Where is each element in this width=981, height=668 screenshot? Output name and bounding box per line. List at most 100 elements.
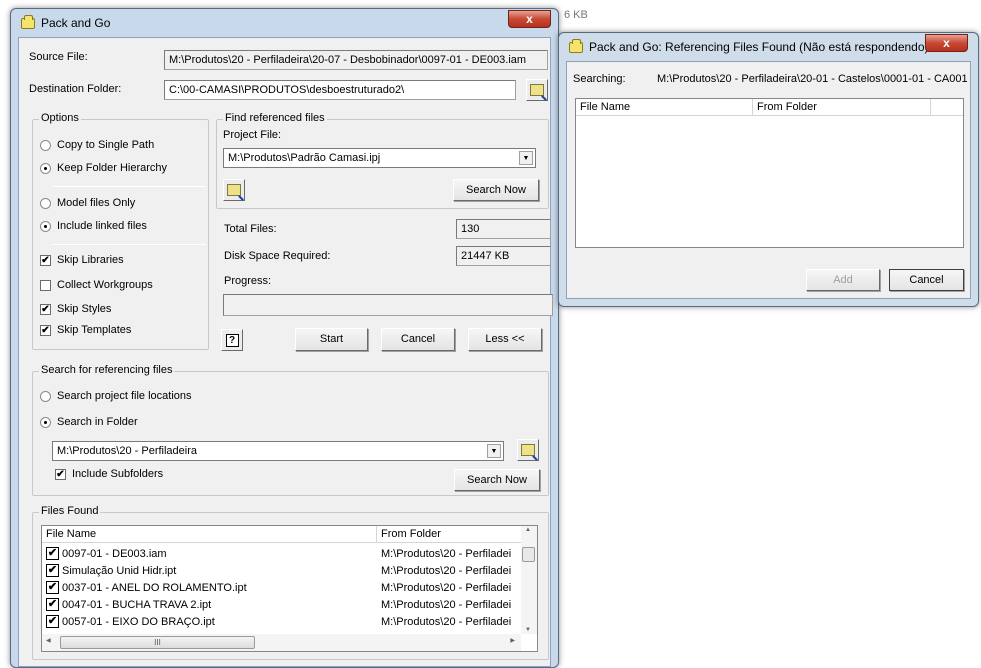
include-linked-files-label: Include linked files bbox=[57, 220, 147, 232]
row-checkbox[interactable]: ✔ bbox=[46, 598, 59, 611]
ref-list-header: File Name From Folder bbox=[576, 99, 963, 116]
include-linked-files-radio[interactable]: Include linked files bbox=[40, 220, 147, 232]
search-referencing-title: Search for referencing files bbox=[39, 364, 175, 376]
search-project-locations-label: Search project file locations bbox=[57, 390, 192, 402]
window-title: Pack and Go bbox=[41, 16, 111, 30]
list-item[interactable]: ✔ 0097-01 - DE003.iam M:\Produtos\20 - Per… bbox=[42, 545, 522, 562]
list-item[interactable]: ✔ 0057-01 - EIXO DO BRAÇO.ipt M:\Produtos\… bbox=[42, 613, 522, 630]
vertical-scroll-thumb[interactable] bbox=[522, 547, 535, 562]
options-title: Options bbox=[39, 112, 81, 124]
files-found-group: Files Found File Name From Folder ✔ 0097-… bbox=[32, 505, 549, 660]
list-item[interactable]: ✔ 0047-01 - BUCHA TRAVA 2.ipt M:\Produtos\… bbox=[42, 596, 522, 613]
row-checkbox[interactable]: ✔ bbox=[46, 615, 59, 628]
radio-indicator bbox=[40, 162, 51, 174]
dropdown-arrow-icon[interactable]: ▼ bbox=[487, 444, 501, 458]
column-header-file-name[interactable]: File Name bbox=[42, 526, 377, 543]
scroll-left-icon[interactable]: ◀ bbox=[46, 637, 51, 644]
vertical-scrollbar[interactable]: ▲ ▼ bbox=[521, 526, 537, 634]
find-referenced-group: Find referenced files Project File: M:\P… bbox=[216, 112, 549, 209]
find-referenced-title: Find referenced files bbox=[223, 112, 327, 124]
from-folder-cell: M:\Produtos\20 - Perfiladei bbox=[381, 547, 512, 560]
project-file-select[interactable]: M:\Produtos\Padrão Camasi.ipj ▼ bbox=[223, 148, 536, 168]
browse-project-button[interactable] bbox=[223, 179, 245, 201]
total-files-label: Total Files: bbox=[224, 223, 277, 235]
referencing-search-now-button[interactable]: Search Now bbox=[454, 469, 540, 491]
radio-indicator bbox=[40, 197, 51, 209]
searching-path: M:\Produtos\20 - Perfiladeira\20-01 - Ca… bbox=[657, 73, 968, 85]
search-in-folder-label: Search in Folder bbox=[57, 416, 138, 428]
destination-folder-input[interactable]: C:\00-CAMASI\PRODUTOS\desboestruturado2\ bbox=[164, 80, 516, 100]
close-button[interactable]: x bbox=[508, 10, 551, 28]
scroll-down-icon[interactable]: ▼ bbox=[525, 627, 531, 633]
search-referencing-group: Search for referencing files Search proj… bbox=[32, 364, 549, 496]
search-in-folder-radio[interactable]: Search in Folder bbox=[40, 416, 138, 428]
less-button[interactable]: Less << bbox=[468, 328, 542, 351]
ref-close-button[interactable]: x bbox=[925, 34, 968, 52]
file-name-cell: 0057-01 - EIXO DO BRAÇO.ipt bbox=[62, 615, 215, 628]
file-name-cell: Simulação Unid Hidr.ipt bbox=[62, 564, 177, 577]
source-file-label: Source File: bbox=[29, 51, 88, 63]
copy-single-path-label: Copy to Single Path bbox=[57, 139, 155, 151]
browse-search-folder-button[interactable] bbox=[517, 439, 539, 461]
cancel-button[interactable]: Cancel bbox=[381, 328, 455, 351]
search-folder-select[interactable]: M:\Produtos\20 - Perfiladeira ▼ bbox=[52, 441, 504, 461]
include-subfolders-checkbox[interactable]: ✔ Include Subfolders bbox=[55, 468, 163, 480]
ref-dialog-body: Searching: M:\Produtos\20 - Perfiladeira… bbox=[566, 61, 971, 299]
radio-indicator bbox=[40, 416, 51, 428]
list-item[interactable]: ✔ Simulação Unid Hidr.ipt M:\Produtos\20 -… bbox=[42, 562, 522, 579]
column-header-from-folder[interactable]: From Folder bbox=[377, 526, 522, 543]
find-search-now-button[interactable]: Search Now bbox=[453, 179, 539, 201]
skip-templates-label: Skip Templates bbox=[57, 324, 132, 336]
package-icon bbox=[569, 38, 583, 53]
folder-search-icon bbox=[530, 84, 544, 96]
list-item[interactable]: ✔ 0037-01 - ANEL DO ROLAMENTO.ipt M:\Produ… bbox=[42, 579, 522, 596]
ref-title-bar[interactable]: Pack and Go: Referencing Files Found (Nã… bbox=[559, 33, 978, 61]
destination-folder-label: Destination Folder: bbox=[29, 83, 122, 95]
search-project-locations-radio[interactable]: Search project file locations bbox=[40, 390, 192, 402]
row-checkbox[interactable]: ✔ bbox=[46, 564, 59, 577]
horizontal-scroll-thumb[interactable]: III bbox=[60, 636, 255, 649]
files-found-list[interactable]: File Name From Folder ✔ 0097-01 - DE003.i… bbox=[41, 525, 538, 652]
ref-files-list[interactable]: File Name From Folder bbox=[575, 98, 964, 248]
help-button[interactable]: ? bbox=[221, 329, 243, 351]
skip-templates-checkbox[interactable]: ✔ Skip Templates bbox=[40, 324, 131, 336]
row-checkbox[interactable]: ✔ bbox=[46, 547, 59, 560]
dialog-body: Source File: M:\Produtos\20 - Perfiladei… bbox=[18, 37, 553, 667]
skip-styles-checkbox[interactable]: ✔ Skip Styles bbox=[40, 303, 111, 315]
project-file-label: Project File: bbox=[223, 129, 282, 141]
checkbox-box bbox=[40, 279, 51, 291]
files-found-title: Files Found bbox=[39, 505, 101, 517]
ref-column-header-file-name[interactable]: File Name bbox=[576, 99, 753, 116]
progress-bar bbox=[223, 294, 553, 316]
from-folder-cell: M:\Produtos\20 - Perfiladei bbox=[381, 598, 512, 611]
file-name-cell: 0037-01 - ANEL DO ROLAMENTO.ipt bbox=[62, 581, 247, 594]
searching-label: Searching: bbox=[573, 73, 626, 85]
keep-folder-hierarchy-radio[interactable]: Keep Folder Hierarchy bbox=[40, 162, 167, 174]
copy-single-path-radio[interactable]: Copy to Single Path bbox=[40, 139, 154, 151]
row-checkbox[interactable]: ✔ bbox=[46, 581, 59, 594]
dropdown-arrow-icon[interactable]: ▼ bbox=[519, 151, 533, 165]
start-button[interactable]: Start bbox=[295, 328, 368, 351]
folder-search-icon bbox=[227, 184, 241, 196]
add-button[interactable]: Add bbox=[806, 269, 880, 291]
file-name-cell: 0047-01 - BUCHA TRAVA 2.ipt bbox=[62, 598, 212, 611]
ref-column-header-from-folder[interactable]: From Folder bbox=[753, 99, 931, 116]
model-files-only-radio[interactable]: Model files Only bbox=[40, 197, 135, 209]
title-bar[interactable]: Pack and Go bbox=[11, 9, 558, 37]
horizontal-scrollbar[interactable]: ◀ III ▶ bbox=[42, 634, 521, 651]
pack-and-go-window: Pack and Go x Source File: M:\Produtos\2… bbox=[10, 8, 559, 668]
disk-space-label: Disk Space Required: bbox=[224, 250, 331, 262]
browse-destination-button[interactable] bbox=[526, 79, 548, 101]
divider bbox=[53, 186, 206, 187]
keep-folder-hierarchy-label: Keep Folder Hierarchy bbox=[57, 162, 168, 174]
skip-libraries-checkbox[interactable]: ✔ Skip Libraries bbox=[40, 254, 124, 266]
from-folder-cell: M:\Produtos\20 - Perfiladei bbox=[381, 581, 512, 594]
folder-search-icon bbox=[521, 444, 535, 456]
ref-cancel-button[interactable]: Cancel bbox=[889, 269, 964, 291]
check-icon: ✔ bbox=[40, 324, 51, 336]
package-icon bbox=[21, 14, 35, 29]
scroll-right-icon[interactable]: ▶ bbox=[510, 637, 515, 644]
ref-window-title: Pack and Go: Referencing Files Found (Nã… bbox=[589, 40, 929, 54]
scroll-up-icon[interactable]: ▲ bbox=[525, 527, 531, 533]
collect-workgroups-checkbox[interactable]: Collect Workgroups bbox=[40, 279, 153, 291]
